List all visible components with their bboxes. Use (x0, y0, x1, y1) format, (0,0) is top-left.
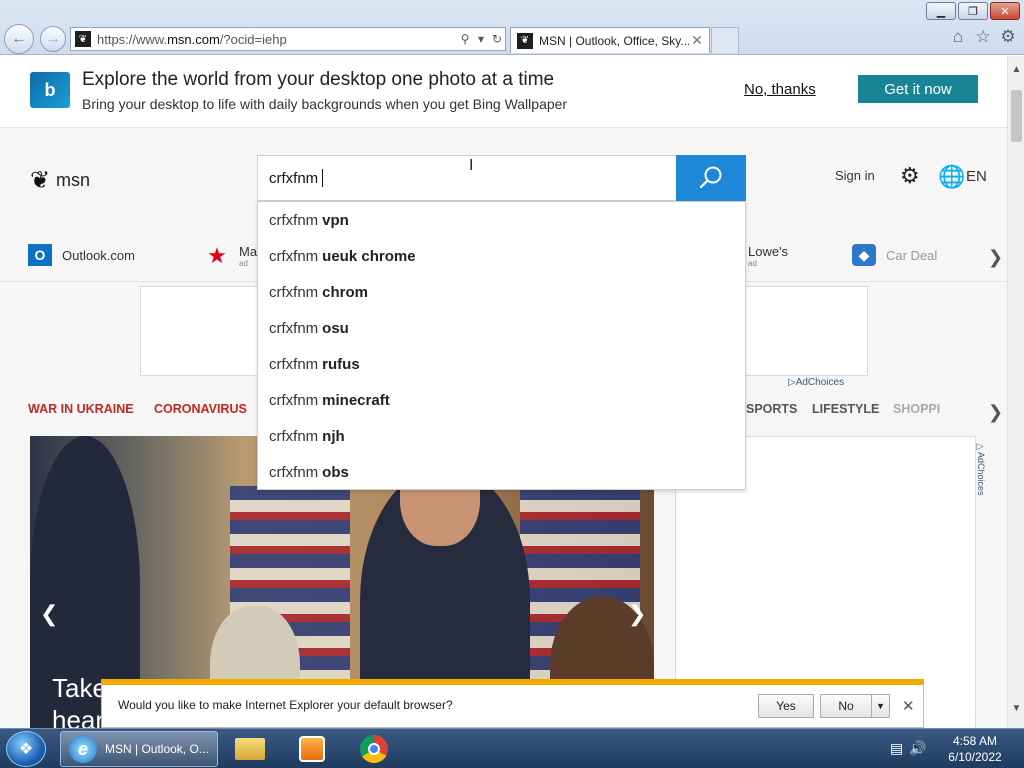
network-icon[interactable]: ▤ (890, 740, 909, 756)
category-coronavirus[interactable]: CORONAVIRUS (154, 402, 247, 416)
browser-chrome: ▁ ❐ ✕ ← → ❦ https://www.msn.com/?ocid=ie… (0, 0, 1024, 55)
minimize-button[interactable]: ▁ (926, 2, 956, 20)
tab-close-icon[interactable]: ✕ (689, 32, 705, 49)
search-icon (699, 166, 722, 189)
category-sports[interactable]: SPORTS (746, 402, 797, 416)
arrow-right-icon: → (45, 30, 61, 47)
maximize-button[interactable]: ❐ (958, 2, 988, 20)
msn-favicon-icon: ❦ (517, 32, 533, 49)
bing-logo-icon: b (30, 72, 70, 108)
arrow-left-icon: ← (11, 30, 27, 47)
outlook-icon: O (28, 244, 52, 266)
search-suggestions: crfxfnm vpn crfxfnm ueuk chrome crfxfnm chr… (257, 201, 746, 490)
category-war-in-ukraine[interactable]: WAR IN UKRAINE (28, 402, 134, 416)
default-browser-notification: Would you like to make Internet Explorer… (101, 679, 924, 728)
suggestion-item[interactable]: crfxfnm osu (258, 310, 745, 346)
address-bar[interactable]: ❦ https://www.msn.com/?ocid=iehp ⚲ ▾ ↻ (70, 27, 506, 51)
adchoices-link[interactable]: ▷AdChoices (976, 442, 986, 496)
close-window-button[interactable]: ✕ (990, 2, 1020, 20)
internet-explorer-icon: e (69, 735, 97, 763)
hero-next-arrow-icon[interactable]: ❯ (628, 601, 646, 627)
suggestion-item[interactable]: crfxfnm vpn (258, 202, 745, 238)
media-player-icon[interactable] (296, 734, 328, 764)
quicklink-lowes[interactable]: Lowe's ad (748, 244, 788, 268)
quicklink-car-deals[interactable]: ◆ Car Deal (852, 244, 937, 266)
tab-msn[interactable]: ❦ MSN | Outlook, Office, Sky... ✕ (510, 27, 710, 53)
no-thanks-link[interactable]: No, thanks (744, 81, 816, 98)
bing-wallpaper-banner: b Explore the world from your desktop on… (0, 56, 1007, 128)
address-url[interactable]: https://www.msn.com/?ocid=iehp (97, 32, 457, 47)
prompt-message: Would you like to make Internet Explorer… (118, 698, 453, 712)
home-icon[interactable]: ⌂ (948, 27, 968, 47)
car-icon: ◆ (852, 244, 876, 266)
back-button[interactable]: ← (4, 24, 34, 54)
suggestion-item[interactable]: crfxfnm njh (258, 418, 745, 454)
text-caret (322, 169, 324, 187)
adchoices-link[interactable]: ▷AdChoices (788, 377, 844, 388)
suggestion-item[interactable]: crfxfnm rufus (258, 346, 745, 382)
chevron-right-icon[interactable]: ❯ (988, 402, 1003, 423)
clock[interactable]: 4:58 AM 6/10/2022 (940, 733, 1010, 765)
chevron-down-icon[interactable]: ▼ (872, 694, 890, 718)
chevron-right-icon[interactable]: ❯ (988, 247, 1003, 268)
file-explorer-icon[interactable] (234, 734, 266, 764)
system-tray[interactable]: ▤🔊 (890, 740, 933, 757)
msn-butterfly-icon[interactable]: ❦ (30, 166, 50, 195)
quicklink-macys[interactable]: ★ Mac ad (205, 243, 263, 268)
settings-gear-icon[interactable]: ⚙ (900, 163, 920, 189)
msn-favicon-icon: ❦ (75, 31, 91, 47)
macys-star-icon: ★ (207, 243, 227, 268)
search-input[interactable]: crfxfnm (257, 155, 677, 201)
new-tab-button[interactable] (711, 27, 739, 53)
refresh-icon[interactable]: ↻ (489, 32, 505, 46)
quicklink-outlook[interactable]: O Outlook.com (28, 244, 135, 266)
scroll-up-icon[interactable]: ▲ (1008, 64, 1024, 75)
forward-button[interactable]: → (40, 26, 66, 52)
ibeam-cursor-icon: I (469, 157, 474, 174)
language-selector[interactable]: EN (966, 168, 987, 185)
hero-caption[interactable]: Take hear (52, 672, 107, 728)
msn-logo[interactable]: msn (56, 170, 90, 191)
suggestion-item[interactable]: crfxfnm chrom (258, 274, 745, 310)
category-lifestyle[interactable]: LIFESTYLE (812, 402, 879, 416)
no-button[interactable]: No (820, 694, 872, 718)
scroll-thumb[interactable] (1011, 90, 1022, 142)
hero-prev-arrow-icon[interactable]: ❮ (40, 601, 58, 627)
suggestion-item[interactable]: crfxfnm minecraft (258, 382, 745, 418)
chrome-icon[interactable] (358, 734, 390, 764)
yes-button[interactable]: Yes (758, 694, 814, 718)
windows-logo-icon: ❖ (18, 741, 34, 758)
get-it-now-button[interactable]: Get it now (858, 75, 978, 103)
search-button[interactable] (676, 155, 746, 201)
sign-in-link[interactable]: Sign in (835, 168, 875, 183)
taskbar-ie-label: MSN | Outlook, O... (105, 742, 209, 756)
globe-icon[interactable]: 🌐 (938, 164, 965, 190)
category-shopping[interactable]: SHOPPI (893, 402, 940, 416)
banner-subtitle: Bring your desktop to life with daily ba… (82, 96, 568, 112)
search-icon[interactable]: ⚲ (457, 32, 473, 46)
start-button[interactable]: ❖ (6, 731, 46, 767)
taskbar-ie-button[interactable]: e MSN | Outlook, O... (60, 731, 218, 767)
banner-title: Explore the world from your desktop one … (82, 69, 555, 90)
tab-title: MSN | Outlook, Office, Sky... (539, 33, 689, 48)
suggestion-item[interactable]: crfxfnm ueuk chrome (258, 238, 745, 274)
favorites-star-icon[interactable]: ☆ (973, 27, 993, 47)
taskbar: ❖ e MSN | Outlook, O... ▤🔊 4:58 AM 6/10/… (0, 728, 1024, 768)
suggestion-item[interactable]: crfxfnm obs (258, 454, 745, 490)
dropdown-arrow-icon[interactable]: ▾ (473, 32, 489, 46)
tools-gear-icon[interactable]: ⚙ (998, 27, 1018, 47)
vertical-scrollbar[interactable]: ▲ ▼ (1007, 56, 1024, 728)
close-icon[interactable]: ✕ (902, 697, 915, 715)
scroll-down-icon[interactable]: ▼ (1008, 703, 1024, 714)
volume-icon[interactable]: 🔊 (909, 740, 932, 756)
